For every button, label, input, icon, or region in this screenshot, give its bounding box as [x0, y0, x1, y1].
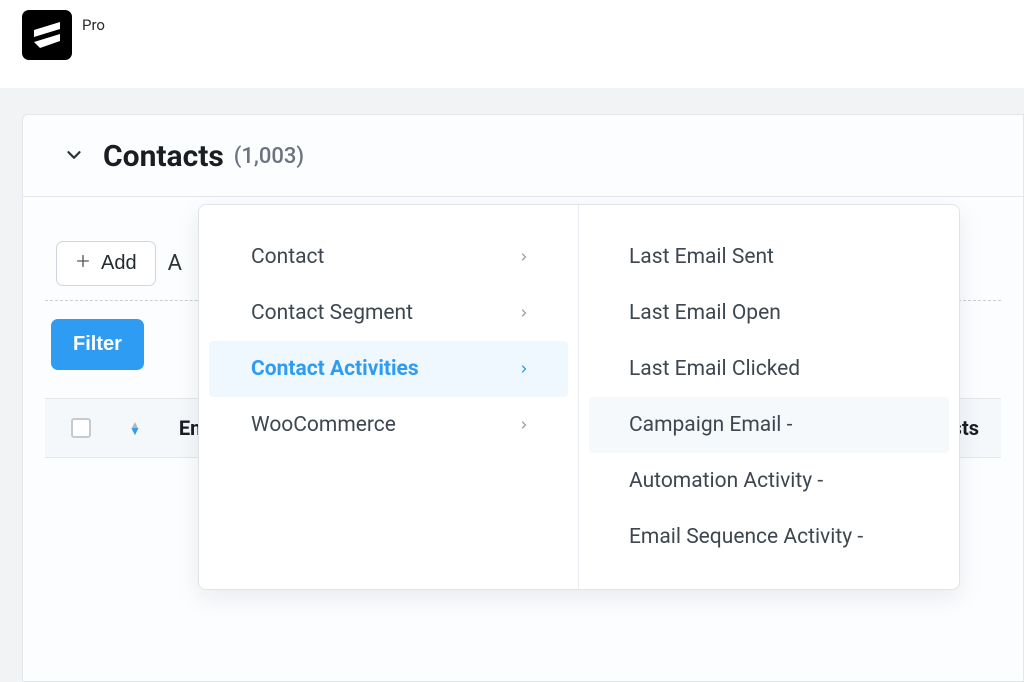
dropdown-option-last-email-clicked[interactable]: Last Email Clicked [589, 341, 949, 397]
app-header: Pro [0, 0, 1024, 88]
dropdown-option-last-email-open[interactable]: Last Email Open [589, 285, 949, 341]
dropdown-option-email-sequence-activity[interactable]: Email Sequence Activity - [589, 509, 949, 565]
dropdown-category-woocommerce[interactable]: WooCommerce [209, 397, 568, 453]
content-area: Contacts (1,003) Add A Filter [0, 88, 1024, 682]
chevron-right-icon [518, 248, 530, 267]
filter-category-dropdown: Contact Contact Segment Contact Activiti… [198, 204, 960, 590]
chevron-down-icon[interactable] [63, 144, 85, 170]
dropdown-option-last-email-sent[interactable]: Last Email Sent [589, 229, 949, 285]
sort-icon[interactable]: ▲ ▼ [129, 422, 141, 434]
add-button[interactable]: Add [56, 241, 156, 286]
add-button-label: Add [101, 252, 137, 275]
dropdown-options-column: Last Email Sent Last Email Open Last Ema… [579, 205, 959, 589]
dropdown-item-label: WooCommerce [251, 413, 396, 437]
logo-icon [30, 18, 64, 52]
dropdown-categories-column: Contact Contact Segment Contact Activiti… [199, 205, 579, 589]
plus-icon [75, 253, 91, 274]
dropdown-item-label: Contact [251, 245, 324, 269]
dropdown-item-label: Contact Activities [251, 357, 419, 381]
table-header-left: ▲ ▼ En [67, 416, 201, 440]
chevron-right-icon [518, 304, 530, 323]
chevron-right-icon [518, 416, 530, 435]
dropdown-item-label: Contact Segment [251, 301, 413, 325]
app-logo [22, 10, 72, 60]
dropdown-category-contact-activities[interactable]: Contact Activities [209, 341, 568, 397]
pro-badge: Pro [82, 16, 105, 34]
dropdown-option-automation-activity[interactable]: Automation Activity - [589, 453, 949, 509]
dropdown-category-contact-segment[interactable]: Contact Segment [209, 285, 568, 341]
row-tail-text: A [168, 251, 182, 276]
dropdown-option-campaign-email[interactable]: Campaign Email - [589, 397, 949, 453]
filter-button[interactable]: Filter [51, 319, 144, 370]
chevron-right-icon [518, 360, 530, 379]
page-title: Contacts [103, 139, 224, 174]
dropdown-category-contact[interactable]: Contact [209, 229, 568, 285]
select-all-checkbox[interactable] [71, 418, 91, 438]
panel-header: Contacts (1,003) [23, 115, 1023, 197]
contacts-count: (1,003) [234, 144, 304, 169]
